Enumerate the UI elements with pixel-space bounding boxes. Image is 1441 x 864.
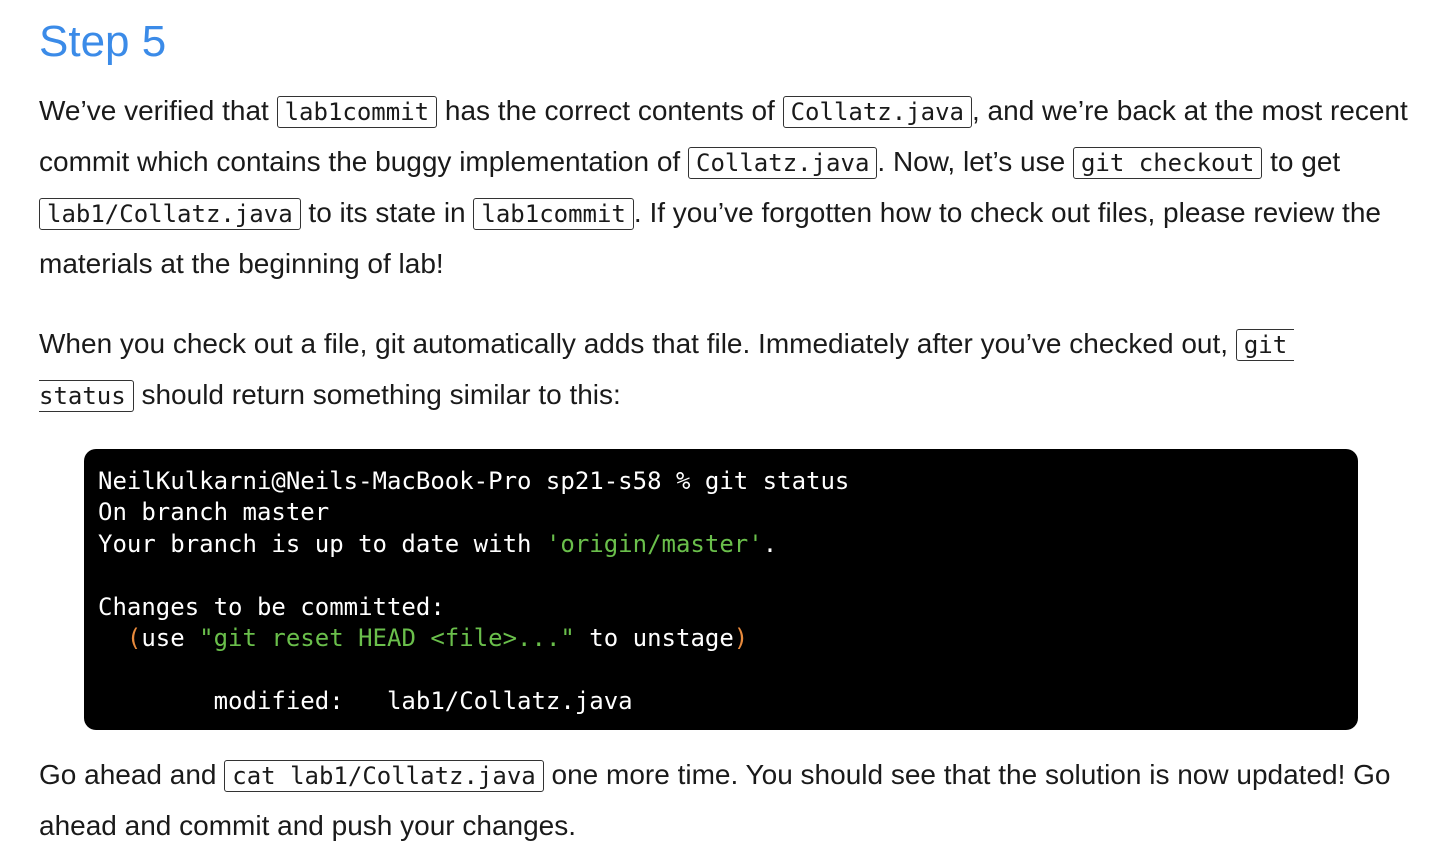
- para1-text-4: . Now, let’s use: [877, 146, 1073, 177]
- terminal-up-to-date-text: Your branch is up to date with: [98, 529, 546, 558]
- terminal-line-branch: On branch master: [98, 498, 330, 527]
- para1-text-6: to its state in: [300, 197, 474, 228]
- terminal-line-changes-header: Changes to be committed:: [98, 592, 445, 621]
- para1-text-2: has the correct contents of: [437, 95, 783, 126]
- terminal-line-blank-1: [98, 560, 1358, 591]
- code-git-status-part1: git: [1235, 329, 1295, 361]
- paragraph-cat-and-commit: Go ahead and cat lab1/Collatz.java one m…: [39, 749, 1411, 851]
- code-cat-collatz: cat lab1/Collatz.java: [224, 760, 544, 792]
- terminal-origin-master-string: 'origin/master': [545, 529, 763, 558]
- paragraph-checkout-adds: When you check out a file, git automatic…: [39, 318, 1411, 420]
- code-lab1commit: lab1commit: [276, 96, 438, 128]
- code-collatz-java: Collatz.java: [782, 96, 972, 128]
- code-collatz-java-2: Collatz.java: [688, 147, 878, 179]
- para1-text-5: to get: [1262, 146, 1341, 177]
- terminal-line-modified-file: modified: lab1/Collatz.java: [98, 686, 633, 715]
- terminal-line-unstage-hint: (use "git reset HEAD <file>..." to unsta…: [98, 623, 1358, 654]
- terminal-use-text: use: [141, 623, 200, 652]
- terminal-line-up-to-date: Your branch is up to date with 'origin/m…: [98, 529, 1358, 560]
- para2-text-2: should return something similar to this:: [133, 379, 621, 410]
- terminal-reset-command-string: "git reset HEAD <file>...": [199, 623, 575, 652]
- step-heading: Step 5: [39, 17, 167, 66]
- code-lab1-collatz-java: lab1/Collatz.java: [39, 198, 301, 230]
- code-lab1commit-2: lab1commit: [473, 198, 634, 230]
- para1-text-1: We’ve verified that: [39, 95, 277, 126]
- terminal-unstage-text: to unstage: [574, 623, 734, 652]
- terminal-paren-open: (: [98, 623, 142, 652]
- terminal-output-block: NeilKulkarni@Neils-MacBook-Pro sp21-s58 …: [84, 449, 1358, 730]
- terminal-line-blank-2: [98, 654, 1358, 685]
- para2-text-1: When you check out a file, git automatic…: [39, 328, 1236, 359]
- code-git-checkout: git checkout: [1072, 147, 1263, 179]
- code-git-status-part2: status: [39, 380, 134, 412]
- terminal-up-to-date-period: .: [762, 529, 778, 558]
- para3-text-1: Go ahead and: [39, 759, 225, 790]
- paragraph-verify-commit: We’ve verified that lab1commit has the c…: [39, 85, 1411, 289]
- terminal-line-prompt: NeilKulkarni@Neils-MacBook-Pro sp21-s58 …: [98, 467, 850, 495]
- terminal-paren-close: ): [733, 623, 749, 652]
